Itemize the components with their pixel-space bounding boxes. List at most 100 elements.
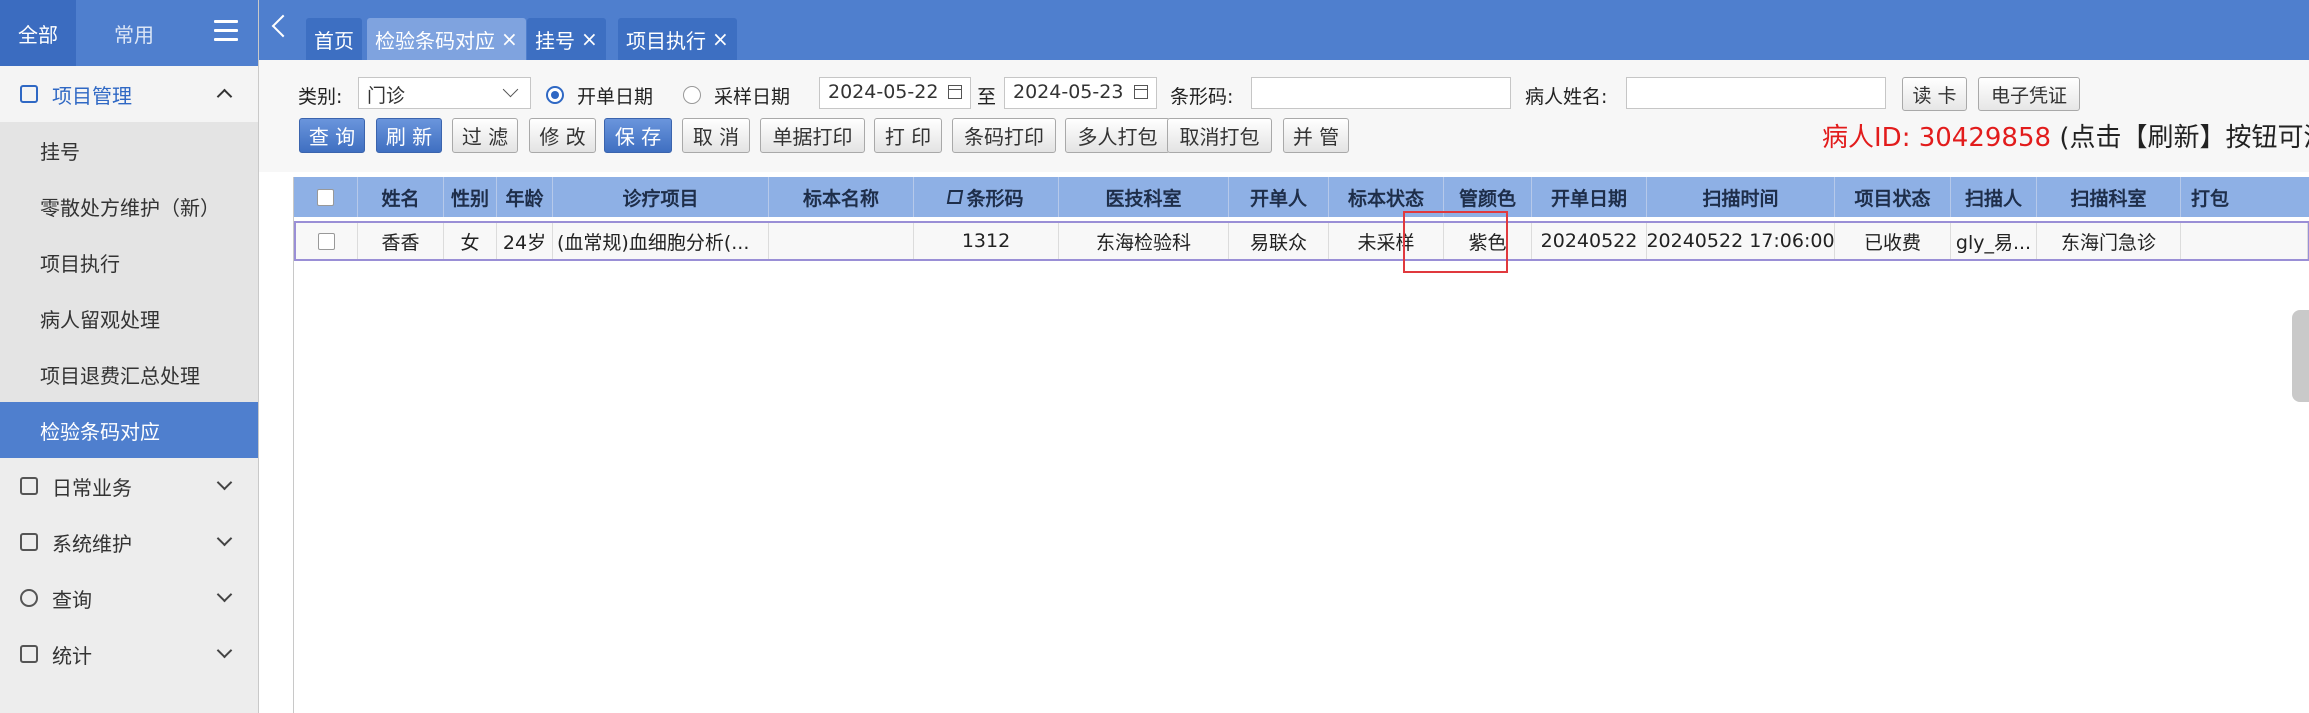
- date-from-input[interactable]: 2024-05-22: [819, 77, 971, 109]
- nav-group-statistics[interactable]: 统计: [0, 626, 258, 682]
- cell-item: (血常规)血细胞分析(...: [553, 223, 769, 259]
- nav-group-project-management[interactable]: 项目管理: [0, 66, 258, 122]
- radio-order-date[interactable]: [546, 86, 564, 104]
- edit-icon: [947, 190, 964, 204]
- patient-id-text: 病人ID: 30429858: [1822, 123, 2060, 153]
- chevron-down-icon: [216, 474, 233, 491]
- nav-group-label: 日常业务: [52, 475, 132, 500]
- col-item[interactable]: 诊疗项目: [553, 177, 769, 217]
- tab-label: 首页: [314, 28, 354, 53]
- sidebar-tab-all[interactable]: 全部: [0, 0, 76, 66]
- sidebar-tab-common[interactable]: 常用: [96, 0, 172, 66]
- tab-lab-barcode[interactable]: 检验条码对应 ×: [367, 18, 526, 60]
- sidebar-item-refund-summary[interactable]: 项目退费汇总处理: [0, 346, 258, 402]
- nav-group-system-maintenance[interactable]: 系统维护: [0, 514, 258, 570]
- date-from-value: 2024-05-22: [828, 81, 939, 103]
- col-pack[interactable]: 打包: [2181, 177, 2309, 217]
- cell-orderer: 易联众: [1229, 223, 1329, 259]
- col-order-date[interactable]: 开单日期: [1532, 177, 1647, 217]
- cancel-pack-button[interactable]: 取消打包: [1167, 118, 1272, 153]
- col-scanner[interactable]: 扫描人: [1951, 177, 2037, 217]
- nav-group-daily-business[interactable]: 日常业务: [0, 458, 258, 514]
- patient-name-input[interactable]: [1626, 77, 1886, 109]
- category-select[interactable]: 门诊: [358, 77, 531, 109]
- read-card-button[interactable]: 读 卡: [1902, 77, 1967, 111]
- tab-project-execution[interactable]: 项目执行 ×: [618, 18, 737, 60]
- cell-age: 24岁: [497, 223, 553, 259]
- collapse-sidebar-icon[interactable]: [271, 14, 295, 38]
- cell-pack: [2181, 223, 2308, 259]
- col-scan-department[interactable]: 扫描科室: [2037, 177, 2181, 217]
- grid-header: 姓名 性别 年龄 诊疗项目 标本名称 条形码 医技科室 开单人 标本状态 管颜色…: [294, 177, 2309, 217]
- chevron-up-icon: [216, 88, 233, 105]
- date-to-input[interactable]: 2024-05-23: [1004, 77, 1157, 109]
- save-button[interactable]: 保 存: [604, 118, 672, 153]
- vertical-scrollbar[interactable]: [2292, 310, 2309, 402]
- refresh-button[interactable]: 刷 新: [376, 118, 442, 153]
- chart-icon: [20, 645, 38, 663]
- sidebar-item-lab-barcode[interactable]: 检验条码对应: [0, 402, 258, 458]
- modify-button[interactable]: 修 改: [529, 118, 596, 153]
- barcode-grid: 姓名 性别 年龄 诊疗项目 标本名称 条形码 医技科室 开单人 标本状态 管颜色…: [293, 177, 2309, 713]
- calendar-icon[interactable]: [1134, 85, 1148, 99]
- col-department[interactable]: 医技科室: [1059, 177, 1229, 217]
- col-barcode[interactable]: 条形码: [914, 177, 1059, 217]
- sidebar-item-project-execution[interactable]: 项目执行: [0, 234, 258, 290]
- mail-icon: [20, 477, 38, 495]
- cell-name: 香香: [358, 223, 444, 259]
- table-row[interactable]: 香香 女 24岁 (血常规)血细胞分析(... 1312 东海检验科 易联众 未…: [294, 221, 2309, 261]
- patient-name-label: 病人姓名:: [1525, 86, 1608, 108]
- col-orderer[interactable]: 开单人: [1229, 177, 1329, 217]
- tab-home[interactable]: 首页: [306, 18, 362, 60]
- menu-icon[interactable]: [214, 20, 238, 42]
- nav-group-label: 查询: [52, 587, 92, 612]
- cell-gender: 女: [444, 223, 497, 259]
- e-voucher-button[interactable]: 电子凭证: [1978, 77, 2080, 111]
- sidebar-item-observation[interactable]: 病人留观处理: [0, 290, 258, 346]
- col-item-status[interactable]: 项目状态: [1835, 177, 1951, 217]
- cancel-button[interactable]: 取 消: [682, 118, 750, 153]
- barcode-label: 条形码:: [1170, 86, 1234, 108]
- print-receipt-button[interactable]: 单据打印: [760, 118, 865, 153]
- tab-label: 挂号: [535, 28, 575, 53]
- cell-barcode[interactable]: 1312: [914, 223, 1059, 259]
- nav-group-label: 统计: [52, 643, 92, 668]
- monitor-icon: [20, 533, 38, 551]
- barcode-input[interactable]: [1251, 77, 1511, 109]
- row-checkbox[interactable]: [318, 232, 335, 250]
- col-scan-time[interactable]: 扫描时间: [1647, 177, 1835, 217]
- radio-order-date-label: 开单日期: [577, 86, 654, 108]
- select-all-checkbox[interactable]: [317, 188, 334, 206]
- sidebar-item-registration[interactable]: 挂号: [0, 122, 258, 178]
- chevron-down-icon: [216, 642, 233, 659]
- select-all-cell: [294, 177, 358, 217]
- filter-button[interactable]: 过 滤: [452, 118, 518, 153]
- print-button[interactable]: 打 印: [874, 118, 942, 153]
- close-icon[interactable]: ×: [581, 27, 598, 51]
- cell-item-status: 已收费: [1835, 223, 1951, 259]
- date-to-value: 2024-05-23: [1013, 81, 1124, 103]
- query-button[interactable]: 查 询: [299, 118, 365, 153]
- multi-pack-button[interactable]: 多人打包: [1065, 118, 1170, 153]
- tab-registration[interactable]: 挂号 ×: [527, 18, 606, 60]
- radio-sample-date[interactable]: [683, 86, 701, 104]
- row-select-cell: [296, 223, 358, 259]
- nav-group-label: 系统维护: [52, 531, 132, 556]
- col-name[interactable]: 姓名: [358, 177, 444, 217]
- sidebar-header: 全部 常用: [0, 0, 258, 66]
- col-gender[interactable]: 性别: [444, 177, 497, 217]
- cell-specimen-name[interactable]: [769, 223, 914, 259]
- close-icon[interactable]: ×: [501, 27, 518, 51]
- sidebar: 全部 常用 项目管理 挂号 零散处方维护（新） 项目执行 病人留观处理 项目退费…: [0, 0, 259, 713]
- calendar-icon[interactable]: [948, 85, 962, 99]
- sidebar-item-prescription-maintenance[interactable]: 零散处方维护（新）: [0, 178, 258, 234]
- cell-department: 东海检验科: [1059, 223, 1229, 259]
- refresh-hint-text: (点击【刷新】按钮可清空: [2059, 123, 2309, 153]
- folder-icon: [20, 85, 38, 103]
- close-icon[interactable]: ×: [712, 27, 729, 51]
- nav-group-query[interactable]: 查询: [0, 570, 258, 626]
- col-age[interactable]: 年龄: [497, 177, 553, 217]
- col-specimen-name[interactable]: 标本名称: [769, 177, 914, 217]
- merge-tube-button[interactable]: 并 管: [1283, 118, 1349, 153]
- print-barcode-button[interactable]: 条码打印: [952, 118, 1056, 153]
